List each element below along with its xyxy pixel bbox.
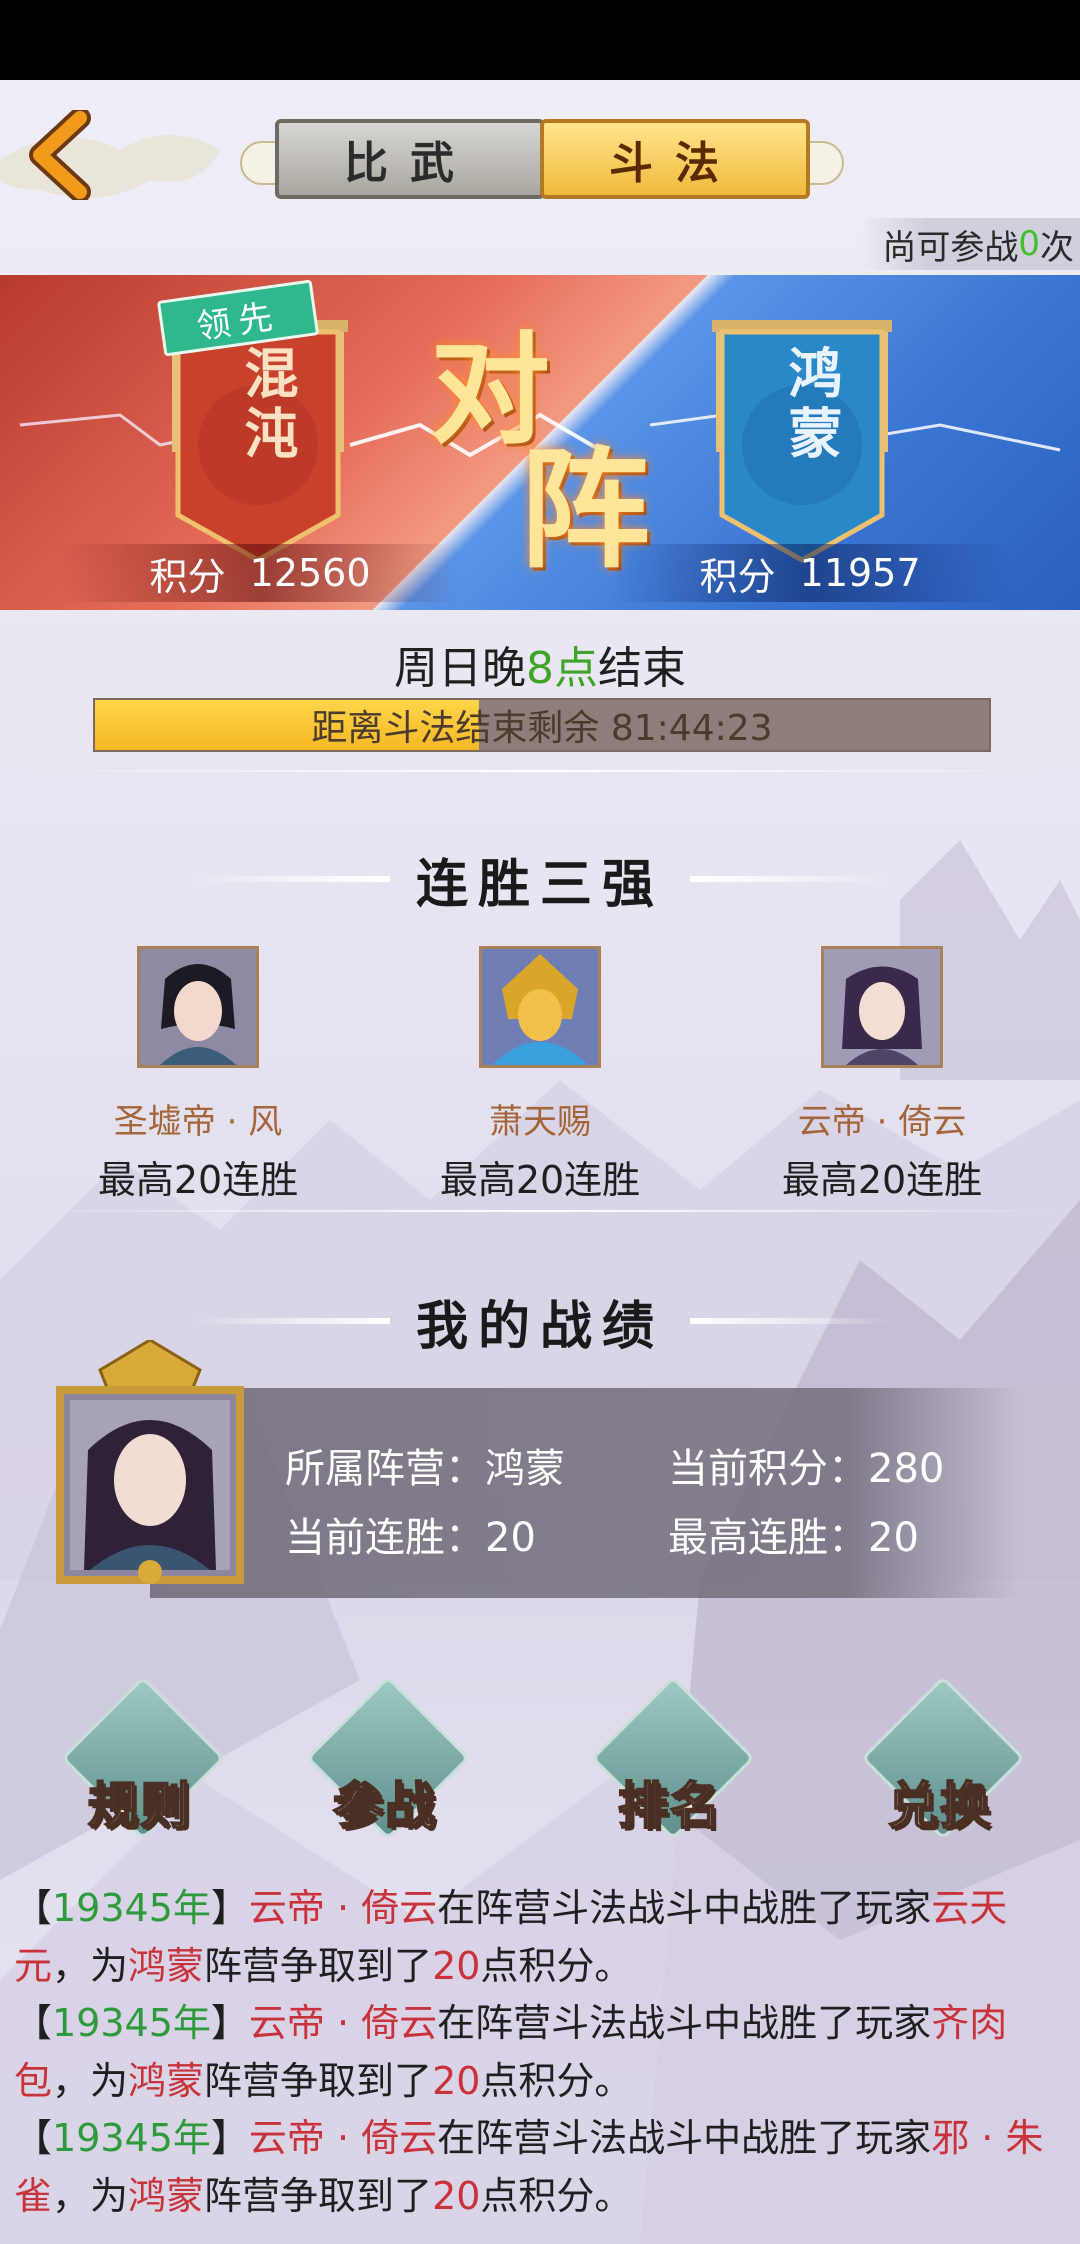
score-value: 280 — [868, 1446, 945, 1492]
exchange-label: 兑换 — [887, 1775, 992, 1836]
remaining-count: 0 — [1018, 224, 1040, 264]
countdown-text: 距离斗法结束剩余 81:44:23 — [311, 708, 773, 749]
camp-value: 鸿蒙 — [485, 1446, 565, 1492]
chaos-score-label: 积分 — [149, 554, 226, 599]
streak-label: 当前连胜： — [285, 1515, 485, 1561]
remaining-prefix: 尚可参战 — [882, 227, 1019, 268]
remaining-suffix: 次 — [1040, 227, 1074, 268]
log-entry: 【19345年】云帝 · 倚云在阵营斗法战斗中战胜了玩家齐肉包，为鸿蒙阵营争取到… — [14, 2001, 1008, 2103]
divider — [20, 1210, 1060, 1212]
top-player-streak: 最高20连胜 — [781, 1158, 983, 1202]
title-wing-right — [690, 876, 890, 882]
title-wing-left — [190, 1318, 390, 1324]
end-time: 周日晚8点结束 — [0, 632, 1080, 696]
remaining-participations: 尚可参战 0 次 — [860, 218, 1080, 270]
hongmeng-camp-name: 鸿蒙 — [779, 345, 843, 465]
my-avatar[interactable] — [40, 1338, 260, 1600]
top-player-name: 萧天赐 — [489, 1102, 591, 1142]
log-entry: 【19345年】云帝 · 倚云在阵营斗法战斗中战胜了玩家邪 · 朱雀，为鸿蒙阵营… — [14, 2116, 1044, 2218]
avatar — [137, 946, 259, 1068]
divider — [20, 770, 1060, 772]
max-streak-value: 20 — [868, 1515, 919, 1561]
title-wing-left — [190, 876, 390, 882]
end-time-prefix: 周日晚 — [394, 643, 526, 694]
max-streak-label: 最高连胜： — [668, 1515, 868, 1561]
top-player-streak: 最高20连胜 — [97, 1158, 299, 1202]
top-three-title: 连胜三强 — [415, 854, 664, 915]
camp-row: 所属阵营：鸿蒙 — [285, 1436, 565, 1494]
battle-log: 【19345年】云帝 · 倚云在阵营斗法战斗中战胜了玩家云天元，为鸿蒙阵营争取到… — [14, 1880, 1064, 2225]
streak-value: 20 — [485, 1515, 536, 1561]
exchange-button[interactable]: 兑换 — [855, 1675, 1026, 1850]
streak-row: 当前连胜：20 — [285, 1505, 536, 1563]
chaos-score-value: 12560 — [249, 551, 371, 595]
rules-button[interactable]: 规则 — [55, 1675, 226, 1850]
score-row: 当前积分：280 — [668, 1436, 944, 1494]
top-player-1[interactable]: 圣墟帝 · 风 最高20连胜 — [28, 946, 368, 1204]
avatar — [479, 946, 601, 1068]
mode-tabs: 比武 斗法 — [240, 115, 844, 203]
hongmeng-score-label: 积分 — [699, 554, 776, 599]
back-button[interactable] — [20, 107, 110, 203]
title-wing-right — [690, 1318, 890, 1324]
hongmeng-score-value: 11957 — [799, 551, 921, 595]
score-label: 当前积分： — [668, 1446, 868, 1492]
join-battle-button[interactable]: 参战 — [300, 1675, 471, 1850]
hongmeng-score: 积分 11957 — [610, 544, 1010, 602]
ranking-button[interactable]: 排名 — [585, 1675, 756, 1850]
avatar — [821, 946, 943, 1068]
top-player-name: 圣墟帝 · 风 — [113, 1102, 283, 1142]
ranking-label: 排名 — [617, 1775, 722, 1836]
status-bar — [0, 0, 1080, 80]
camp-label: 所属阵营： — [285, 1446, 485, 1492]
rules-label: 规则 — [87, 1775, 192, 1836]
log-entry: 【19345年】云帝 · 倚云在阵营斗法战斗中战胜了玩家云天元，为鸿蒙阵营争取到… — [14, 1886, 1008, 1988]
tab-biwu[interactable]: 比武 — [275, 119, 545, 199]
max-streak-row: 最高连胜：20 — [668, 1505, 919, 1563]
end-time-suffix: 结束 — [598, 643, 686, 694]
chaos-score: 积分 12560 — [60, 544, 460, 602]
chevron-left-icon — [29, 107, 91, 203]
top-player-2[interactable]: 萧天赐 最高20连胜 — [370, 946, 710, 1204]
end-time-highlight: 8点 — [526, 643, 598, 694]
top-player-3[interactable]: 云帝 · 倚云 最高20连胜 — [712, 946, 1052, 1204]
countdown-progress-bar: 距离斗法结束剩余 81:44:23 — [93, 698, 991, 752]
top-player-name: 云帝 · 倚云 — [797, 1102, 967, 1142]
top-player-streak: 最高20连胜 — [439, 1158, 641, 1202]
tab-doufa[interactable]: 斗法 — [540, 119, 810, 199]
chaos-camp-name: 混沌 — [235, 345, 299, 465]
join-label: 参战 — [332, 1775, 437, 1836]
